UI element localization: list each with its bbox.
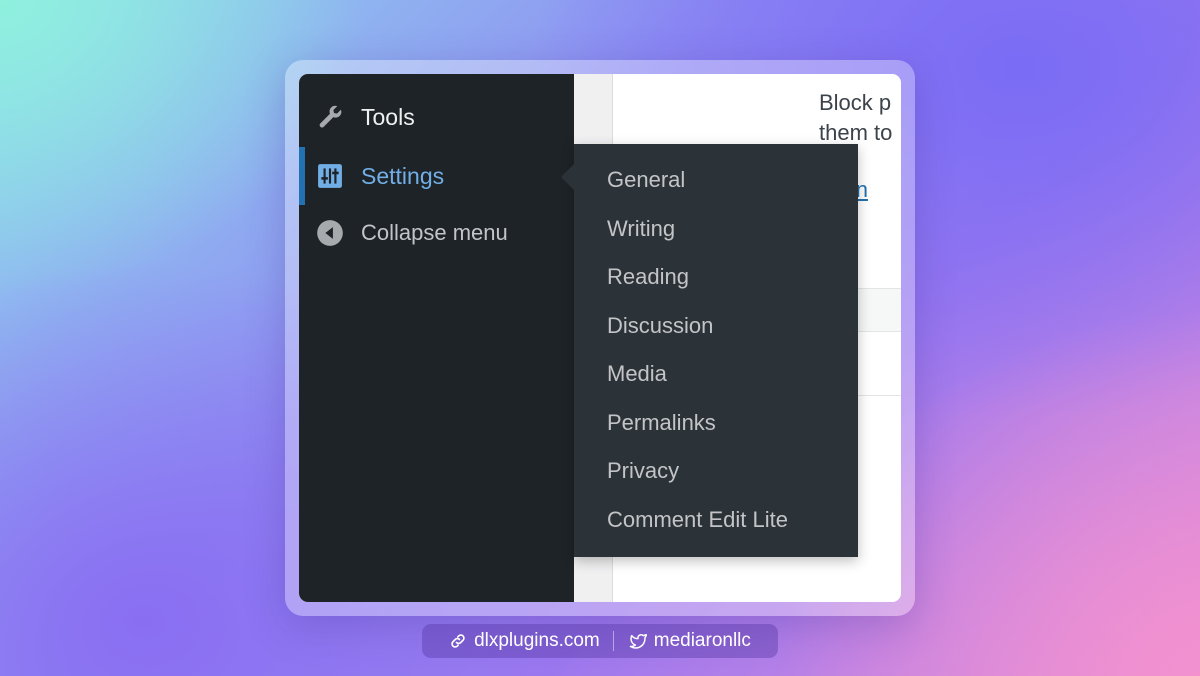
sidebar-item-settings[interactable]: Settings (299, 147, 574, 205)
footer-divider (612, 631, 614, 651)
footer-twitter-label: mediaronllc (653, 630, 751, 651)
footer-twitter[interactable]: mediaronllc (627, 630, 751, 652)
submenu-item-general[interactable]: General (574, 156, 858, 205)
content-text-line-1: Block p (819, 90, 892, 115)
submenu-item-media[interactable]: Media (574, 350, 858, 399)
submenu-item-reading[interactable]: Reading (574, 253, 858, 302)
sidebar-item-settings-label: Settings (361, 162, 445, 189)
submenu-item-comment-edit-lite[interactable]: Comment Edit Lite (574, 496, 858, 545)
settings-submenu: General Writing Reading Discussion Media… (561, 144, 858, 557)
submenu-item-privacy[interactable]: Privacy (574, 447, 858, 496)
twitter-bird-icon (629, 634, 647, 649)
sliders-icon (315, 161, 345, 191)
content-text: Block p them to (819, 88, 901, 148)
sidebar-item-tools-label: Tools (361, 103, 415, 130)
collapse-menu-label: Collapse menu (361, 220, 508, 245)
submenu-item-permalinks[interactable]: Permalinks (574, 399, 858, 448)
admin-sidebar: Tools Settings Collapse menu (299, 74, 574, 602)
link-icon (451, 634, 465, 648)
collapse-menu-button[interactable]: Collapse menu (299, 204, 574, 262)
wp-admin-window: Block p them to d a n Tools (299, 74, 901, 602)
screenshot-frame: Block p them to d a n Tools (285, 60, 915, 616)
wrench-icon (315, 102, 345, 132)
submenu-item-discussion[interactable]: Discussion (574, 302, 858, 351)
submenu-item-writing[interactable]: Writing (574, 205, 858, 254)
sidebar-item-tools[interactable]: Tools (299, 88, 574, 146)
footer-website[interactable]: dlxplugins.com (449, 630, 600, 652)
footer-badge: dlxplugins.com mediaronllc (422, 624, 778, 658)
collapse-arrow-icon (315, 218, 345, 248)
footer-website-label: dlxplugins.com (474, 630, 600, 651)
